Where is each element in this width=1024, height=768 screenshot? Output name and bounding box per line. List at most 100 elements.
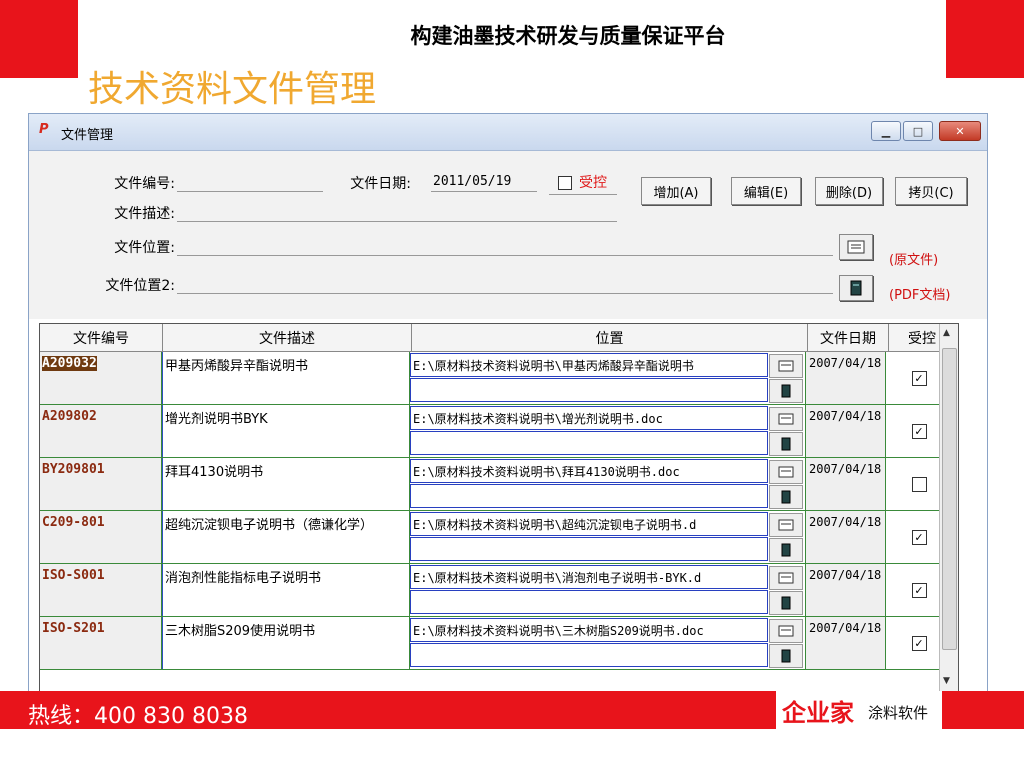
- table-row[interactable]: C209-801 超纯沉淀钡电子说明书（德谦化学） E:\原材料技术资料说明书\…: [40, 511, 953, 564]
- row-location2[interactable]: [410, 643, 768, 667]
- book-icon[interactable]: [769, 485, 803, 509]
- row-file-no: ISO-S201: [42, 621, 105, 636]
- col-header-desc[interactable]: 文件描述: [163, 324, 412, 351]
- title-bar[interactable]: P 文件管理 ▁ □ ✕: [29, 114, 987, 151]
- footer-bar: 热线：400 830 8038 企业家 涂料软件: [0, 691, 1024, 729]
- file-no-input[interactable]: [177, 171, 323, 192]
- scroll-up-arrow-icon[interactable]: ▲: [943, 328, 950, 338]
- row-date: 2007/04/18: [806, 458, 886, 510]
- row-date: 2007/04/18: [806, 352, 886, 404]
- row-desc[interactable]: 消泡剂性能指标电子说明书: [162, 564, 410, 616]
- row-location2[interactable]: [410, 378, 768, 402]
- logo-main-text: 企业家: [782, 699, 854, 727]
- delete-button[interactable]: 删除(D): [815, 177, 883, 205]
- row-controlled-checkbox[interactable]: ✓: [911, 635, 927, 651]
- book-icon[interactable]: [769, 432, 803, 456]
- desc-input[interactable]: [177, 201, 617, 222]
- row-controlled-checkbox[interactable]: ✓: [911, 582, 927, 598]
- row-date: 2007/04/18: [806, 564, 886, 616]
- vertical-scrollbar[interactable]: ▲ ▼: [939, 324, 958, 692]
- file-date-label: 文件日期:: [350, 176, 411, 192]
- book-icon: [850, 280, 862, 296]
- file-grid: 文件编号 文件描述 位置 文件日期 受控 A209032 甲基丙烯酸异辛酯说明书…: [39, 323, 959, 693]
- row-location[interactable]: E:\原材料技术资料说明书\超纯沉淀钡电子说明书.d: [410, 512, 768, 536]
- grid-header: 文件编号 文件描述 位置 文件日期 受控: [40, 324, 956, 352]
- document-icon[interactable]: [769, 460, 803, 484]
- copy-button[interactable]: 拷贝(C): [895, 177, 967, 205]
- book-icon[interactable]: [769, 538, 803, 562]
- file-form: 文件编号: 文件日期: 受控 增加(A) 编辑(E) 删除(D) 拷贝(C) 文…: [29, 151, 987, 319]
- window-title: 文件管理: [61, 128, 114, 143]
- row-location[interactable]: E:\原材料技术资料说明书\三木树脂S209说明书.doc: [410, 618, 768, 642]
- book-icon[interactable]: [769, 379, 803, 403]
- row-location2[interactable]: [410, 484, 768, 508]
- row-desc[interactable]: 甲基丙烯酸异辛酯说明书: [162, 352, 410, 404]
- row-location2[interactable]: [410, 537, 768, 561]
- slide-top-title: 构建油墨技术研发与质量保证平台: [410, 23, 726, 48]
- row-date: 2007/04/18: [806, 617, 886, 669]
- location2-label: 文件位置2:: [105, 278, 175, 294]
- maximize-button[interactable]: □: [903, 121, 933, 141]
- logo-sub-text: 涂料软件: [868, 704, 929, 722]
- table-row[interactable]: A209032 甲基丙烯酸异辛酯说明书 E:\原材料技术资料说明书\甲基丙烯酸异…: [40, 352, 953, 405]
- controlled-label: 受控: [579, 175, 607, 191]
- document-icon[interactable]: [769, 566, 803, 590]
- col-header-file-no[interactable]: 文件编号: [40, 324, 163, 351]
- desc-label: 文件描述:: [114, 206, 175, 222]
- row-date: 2007/04/18: [806, 511, 886, 563]
- browse-pdf-button[interactable]: [839, 275, 873, 301]
- row-desc[interactable]: 超纯沉淀钡电子说明书（德谦化学）: [162, 511, 410, 563]
- row-location2[interactable]: [410, 590, 768, 614]
- col-header-date[interactable]: 文件日期: [808, 324, 889, 351]
- book-icon[interactable]: [769, 591, 803, 615]
- scroll-down-arrow-icon[interactable]: ▼: [943, 676, 950, 686]
- document-icon: [847, 240, 865, 254]
- controlled-underline: [549, 194, 617, 195]
- original-file-note: (原文件): [889, 253, 939, 268]
- slide-heading: 技术资料文件管理: [88, 69, 377, 110]
- row-controlled-checkbox[interactable]: ✓: [911, 423, 927, 439]
- brand-logo: 企业家 涂料软件: [776, 691, 942, 729]
- edit-button[interactable]: 编辑(E): [731, 177, 801, 205]
- row-file-no: A209032: [42, 356, 97, 371]
- table-row[interactable]: ISO-S001 消泡剂性能指标电子说明书 E:\原材料技术资料说明书\消泡剂电…: [40, 564, 953, 617]
- row-file-no: A209802: [42, 409, 97, 424]
- table-row[interactable]: BY209801 拜耳4130说明书 E:\原材料技术资料说明书\拜耳4130说…: [40, 458, 953, 511]
- file-date-input[interactable]: [431, 171, 537, 192]
- location-label: 文件位置:: [114, 240, 175, 256]
- browse-document-button[interactable]: [839, 234, 873, 260]
- location-input[interactable]: [177, 235, 833, 256]
- row-desc[interactable]: 拜耳4130说明书: [162, 458, 410, 510]
- row-controlled-checkbox[interactable]: ✓: [911, 529, 927, 545]
- row-controlled-checkbox[interactable]: [911, 476, 927, 492]
- scrollbar-thumb[interactable]: [942, 348, 957, 650]
- location2-input[interactable]: [177, 273, 833, 294]
- row-desc[interactable]: 增光剂说明书BYK: [162, 405, 410, 457]
- row-file-no: ISO-S001: [42, 568, 105, 583]
- row-location[interactable]: E:\原材料技术资料说明书\增光剂说明书.doc: [410, 406, 768, 430]
- row-location2[interactable]: [410, 431, 768, 455]
- hotline-text: 热线：400 830 8038: [28, 704, 248, 729]
- add-button[interactable]: 增加(A): [641, 177, 711, 205]
- row-desc[interactable]: 三木树脂S209使用说明书: [162, 617, 410, 669]
- table-row[interactable]: ISO-S201 三木树脂S209使用说明书 E:\原材料技术资料说明书\三木树…: [40, 617, 953, 670]
- row-location[interactable]: E:\原材料技术资料说明书\拜耳4130说明书.doc: [410, 459, 768, 483]
- row-file-no: BY209801: [42, 462, 105, 477]
- minimize-button[interactable]: ▁: [871, 121, 901, 141]
- controlled-checkbox[interactable]: [558, 176, 572, 190]
- document-icon[interactable]: [769, 407, 803, 431]
- book-icon[interactable]: [769, 644, 803, 668]
- file-manager-window: P 文件管理 ▁ □ ✕ 文件编号: 文件日期: 受控 增加(A) 编辑(E) …: [28, 113, 988, 693]
- file-no-label: 文件编号:: [114, 176, 175, 192]
- document-icon[interactable]: [769, 354, 803, 378]
- col-header-location[interactable]: 位置: [412, 324, 808, 351]
- document-icon[interactable]: [769, 513, 803, 537]
- close-button[interactable]: ✕: [939, 121, 981, 141]
- row-date: 2007/04/18: [806, 405, 886, 457]
- document-icon[interactable]: [769, 619, 803, 643]
- row-controlled-checkbox[interactable]: ✓: [911, 370, 927, 386]
- table-row[interactable]: A209802 增光剂说明书BYK E:\原材料技术资料说明书\增光剂说明书.d…: [40, 405, 953, 458]
- pdf-doc-note: (PDF文档): [889, 288, 951, 303]
- row-location[interactable]: E:\原材料技术资料说明书\消泡剂电子说明书-BYK.d: [410, 565, 768, 589]
- row-location[interactable]: E:\原材料技术资料说明书\甲基丙烯酸异辛酯说明书: [410, 353, 768, 377]
